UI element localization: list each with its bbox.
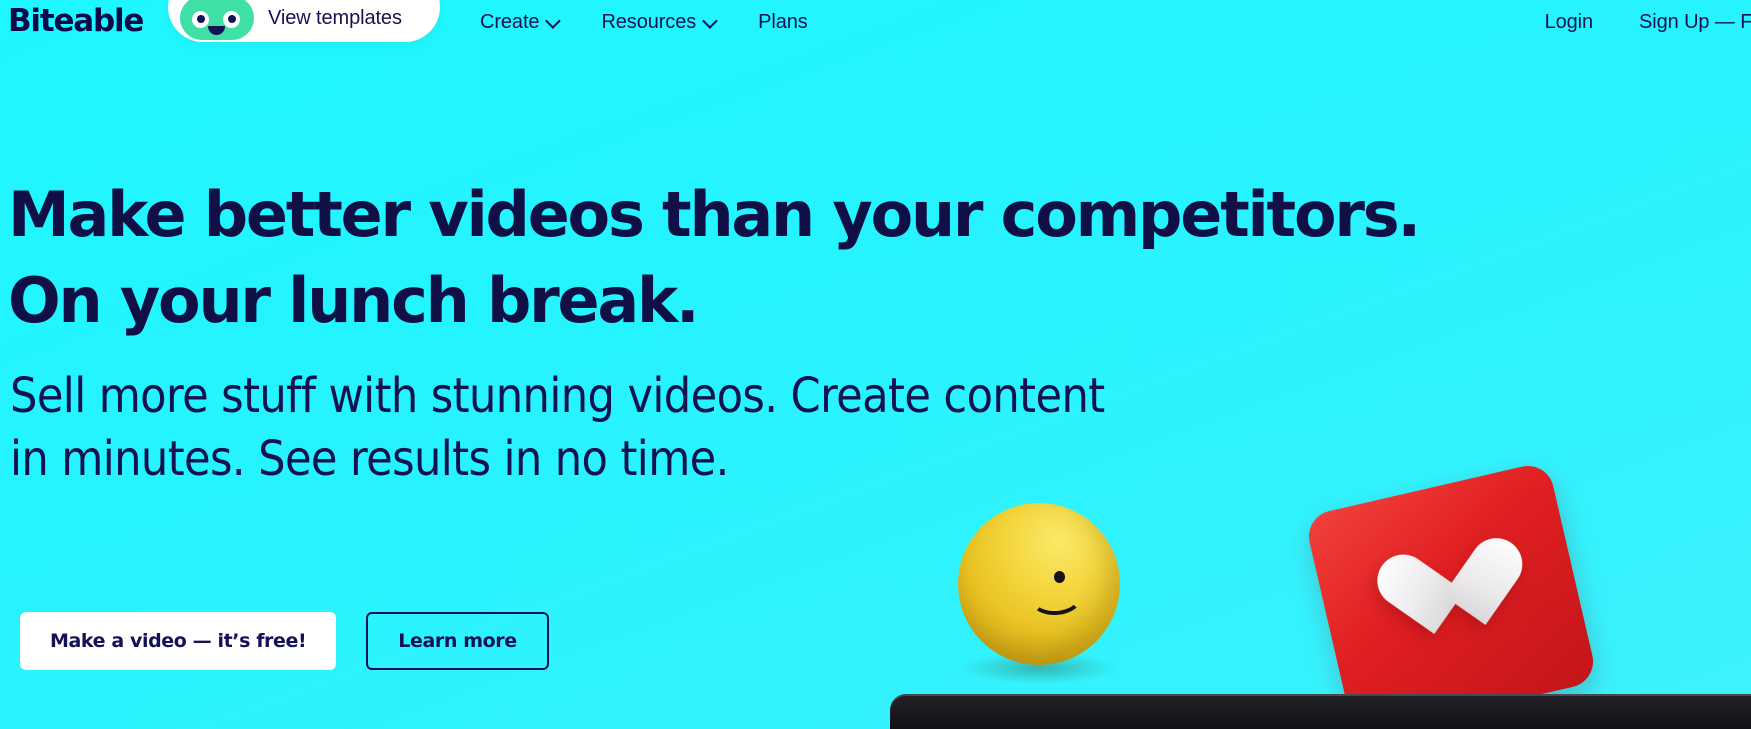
headline-line-1: Make better videos than your competitors… [8, 178, 1421, 251]
chevron-down-icon [545, 12, 562, 29]
landing-page: Biteable View templates Create Resources… [0, 0, 1751, 729]
sign-up-link[interactable]: Sign Up — Free [1639, 11, 1751, 34]
mascot-mouth [208, 26, 225, 35]
account-nav-links: Login Sign Up — Free [1545, 0, 1751, 44]
login-link[interactable]: Login [1544, 10, 1594, 34]
nav-item-create[interactable]: Create [480, 10, 562, 34]
smiling-yellow-ball [958, 503, 1120, 665]
nav-item-create-label: Create [480, 10, 540, 33]
view-templates-label: View templates [268, 6, 402, 29]
mascot-eye-right [223, 11, 240, 28]
view-templates-button[interactable]: View templates [168, 0, 440, 42]
heart-icon [1394, 540, 1513, 653]
biteable-logo[interactable]: Biteable [8, 5, 144, 37]
chevron-down-icon [702, 12, 718, 29]
login-label: Login [1544, 10, 1594, 33]
hero-subheading: Sell more stuff with stunning videos. Cr… [10, 368, 1105, 487]
learn-more-button[interactable]: Learn more [366, 612, 549, 670]
ball-contact-shadow [960, 652, 1118, 684]
ball-smile [1028, 579, 1084, 617]
nav-item-resources-label: Resources [601, 10, 697, 33]
ball-eye [1054, 571, 1065, 583]
hero-cta-row: Make a video — it’s free! Learn more [20, 612, 549, 670]
make-a-video-button[interactable]: Make a video — it’s free! [20, 612, 337, 670]
top-navigation-bar: Biteable View templates Create Resources… [0, 0, 1751, 44]
mascot-eye-left [192, 11, 209, 28]
page-title: Make better videos than your competitors… [8, 172, 1421, 344]
red-chat-card-with-heart [1303, 460, 1599, 729]
chat-bubble-tail [1360, 695, 1417, 729]
headline-line-2: On your lunch break. [8, 264, 700, 337]
mascot-face-icon [180, 0, 254, 40]
sign-up-label: Sign Up — Free [1639, 10, 1751, 33]
nav-item-plans-label: Plans [758, 10, 808, 33]
primary-nav-links: Create Resources Plans [480, 0, 808, 44]
nav-item-plans[interactable]: Plans [758, 11, 808, 34]
nav-item-resources[interactable]: Resources [601, 10, 718, 34]
dark-platform-bar [890, 694, 1751, 729]
